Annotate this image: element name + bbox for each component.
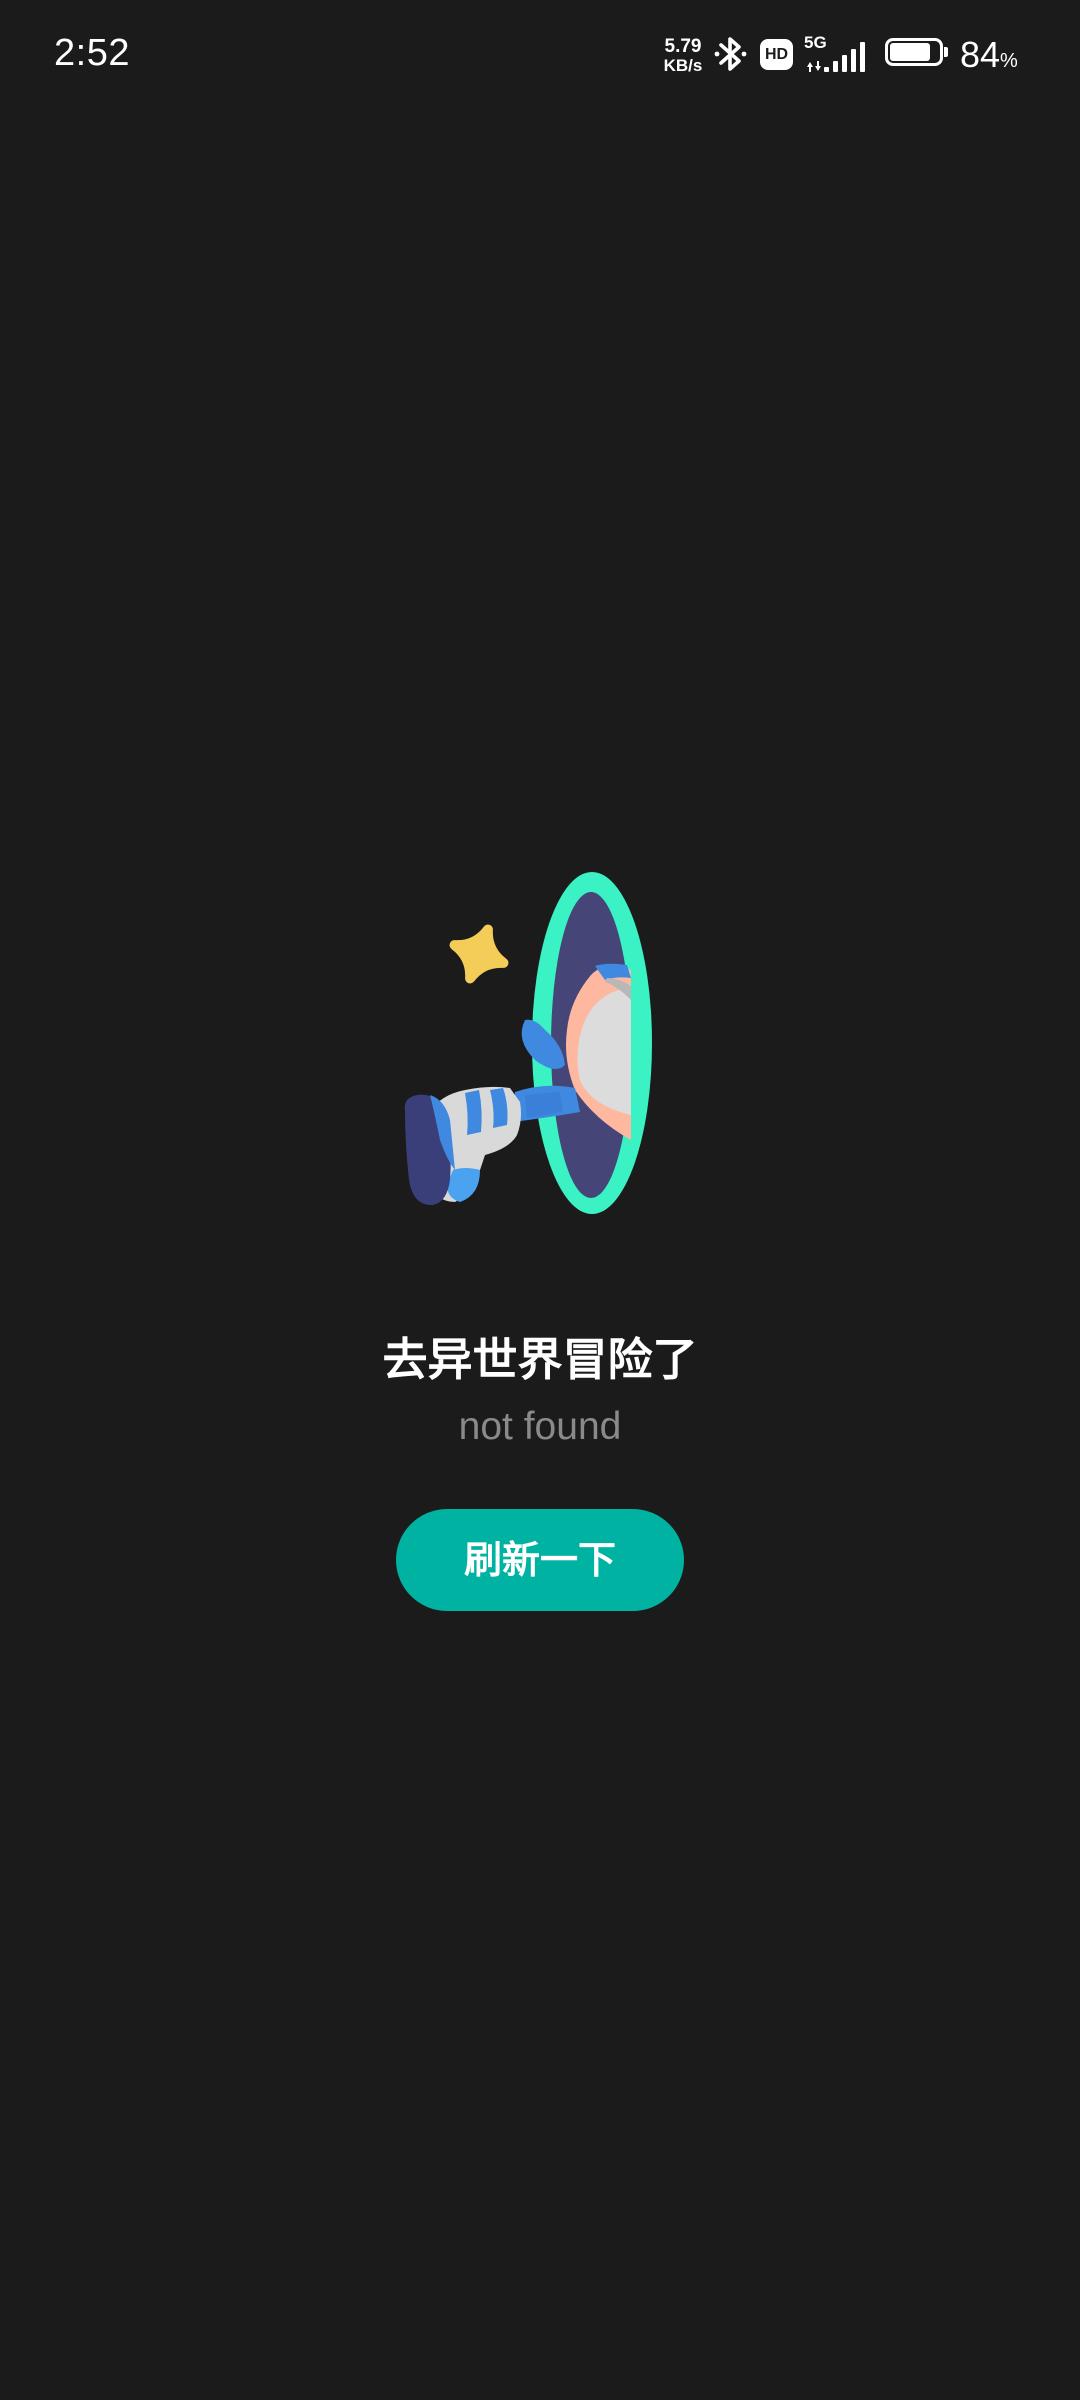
battery-fill <box>890 43 930 61</box>
refresh-button[interactable]: 刷新一下 <box>396 1509 684 1611</box>
battery-icon <box>885 38 949 70</box>
network-speed-value: 5.79 <box>664 36 702 57</box>
bluetooth-icon <box>714 37 747 71</box>
network-speed: 5.79 KB/s <box>659 37 707 75</box>
status-time: 2:52 <box>54 32 130 74</box>
signal-bars-icon <box>807 42 865 72</box>
portal-legs-illustration <box>404 872 652 1214</box>
status-bar: 2:52 5.79 KB/s HD 5G 84% <box>0 0 1080 110</box>
error-title: 去异世界冒险了 <box>382 1333 698 1386</box>
sparkle-icon <box>449 924 509 984</box>
battery-percentage: 84% <box>960 34 1018 76</box>
hd-voice-icon: HD <box>760 39 793 70</box>
boot <box>404 1086 521 1206</box>
error-subtitle: not found <box>458 1405 622 1448</box>
network-speed-unit: KB/s <box>663 56 703 75</box>
cellular-signal-icon: 5G <box>804 34 874 74</box>
battery-unit: % <box>1000 50 1018 72</box>
battery-value: 84 <box>960 34 1001 75</box>
